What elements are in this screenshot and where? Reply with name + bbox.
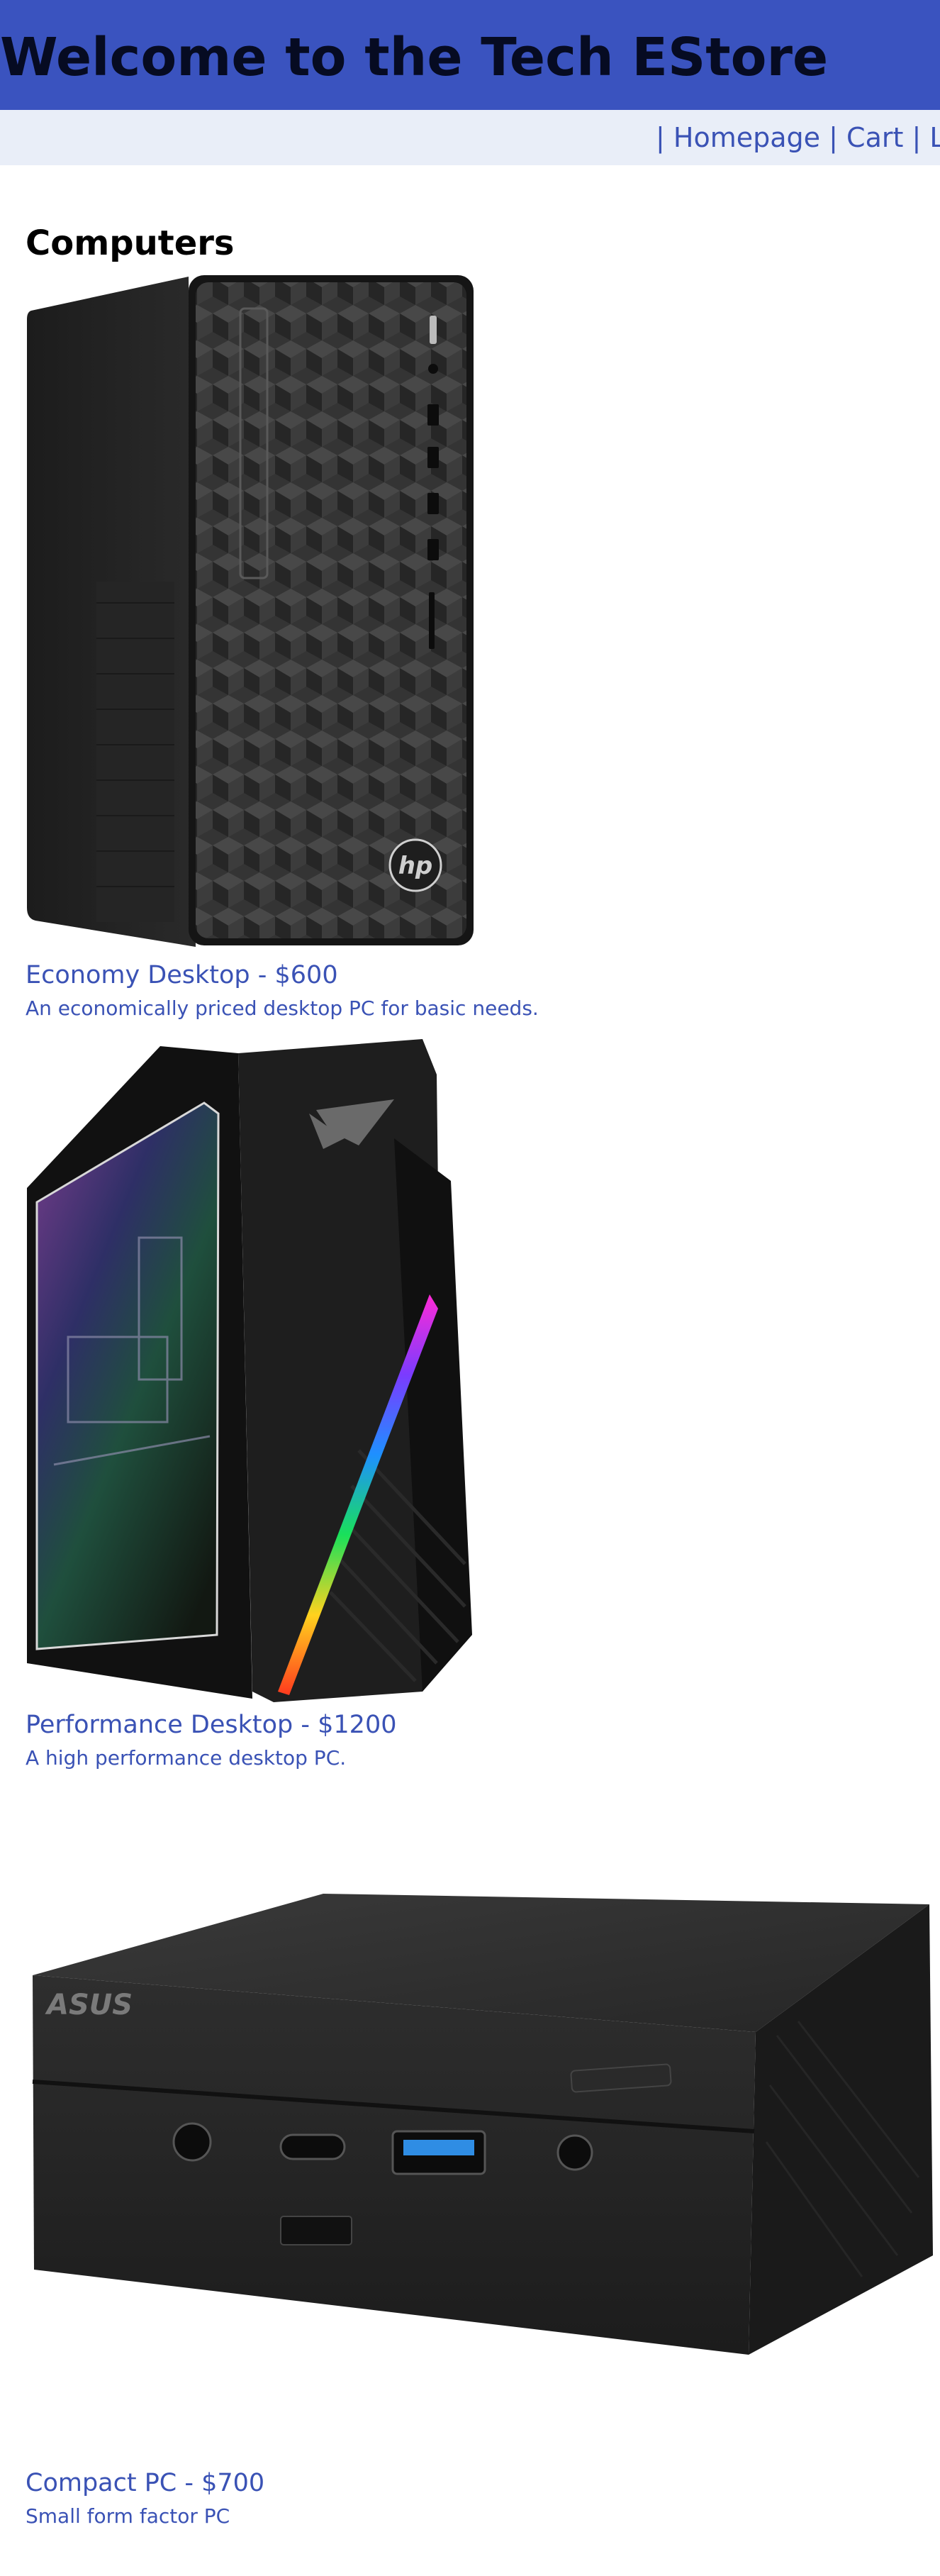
nav-links: | Homepage | Cart | Login	[656, 120, 940, 155]
product-name-economy-desktop[interactable]: Economy Desktop - $600	[26, 959, 338, 992]
site-title: Welcome to the Tech EStore	[0, 27, 829, 88]
product-description-performance-desktop: A high performance desktop PC.	[26, 1746, 347, 1770]
product-name-compact-pc[interactable]: Compact PC - $700	[26, 2467, 264, 2499]
nav-separator: |	[912, 122, 922, 153]
nav-separator: |	[829, 122, 838, 153]
product-description-compact-pc: Small form factor PC	[26, 2504, 230, 2528]
site-header: Welcome to the Tech EStore	[0, 0, 940, 110]
hp-tower-desktop-image[interactable]: hp	[26, 270, 476, 949]
rog-gaming-desktop-image[interactable]	[26, 1025, 476, 1706]
nav-link-login[interactable]: Login	[929, 122, 940, 153]
nav-link-cart[interactable]: Cart	[846, 122, 903, 153]
svg-text:hp: hp	[398, 852, 433, 880]
product-name-performance-desktop[interactable]: Performance Desktop - $1200	[26, 1709, 396, 1741]
nav-separator: |	[656, 122, 665, 153]
product-description-economy-desktop: An economically priced desktop PC for ba…	[26, 996, 539, 1020]
svg-text:ASUS: ASUS	[45, 1989, 133, 2021]
asus-mini-pc-image[interactable]: ASUS	[26, 1801, 940, 2454]
section-title: Computers	[26, 223, 235, 263]
nav-bar: | Homepage | Cart | Login	[0, 110, 940, 165]
nav-link-homepage[interactable]: Homepage	[673, 122, 820, 153]
